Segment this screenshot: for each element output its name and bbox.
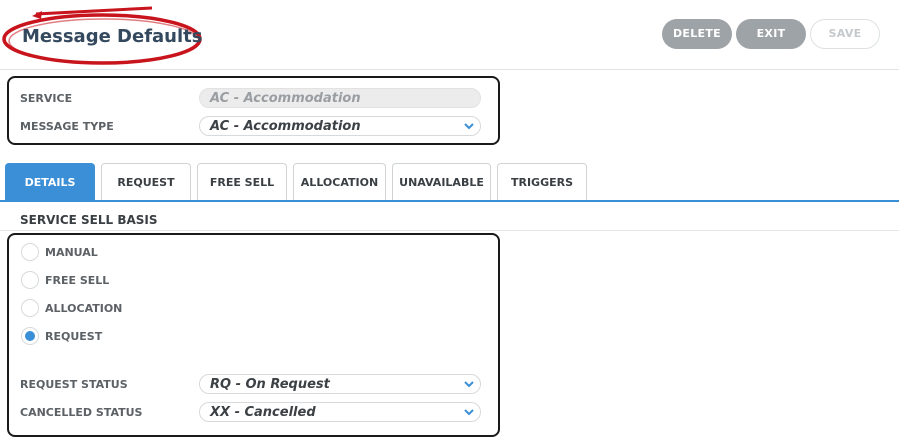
page-title: Message Defaults	[22, 26, 203, 47]
radio-manual[interactable]	[21, 243, 39, 261]
radio-allocation-label: ALLOCATION	[45, 302, 123, 315]
radio-allocation[interactable]	[21, 299, 39, 317]
radio-request[interactable]	[21, 327, 39, 345]
radio-manual-label: MANUAL	[45, 246, 98, 259]
tab-unavailable[interactable]: UNAVAILABLE	[392, 163, 491, 200]
chevron-down-icon	[464, 409, 474, 416]
save-button[interactable]: SAVE	[810, 19, 880, 49]
exit-button[interactable]: EXIT	[736, 19, 806, 49]
message-type-value: AC - Accommodation	[210, 119, 361, 134]
tab-free-sell[interactable]: FREE SELL	[197, 163, 287, 200]
section-title: SERVICE SELL BASIS	[20, 213, 158, 227]
message-type-label: MESSAGE TYPE	[20, 120, 114, 133]
tab-details[interactable]: DETAILS	[5, 163, 95, 201]
title-annotation: Message Defaults	[2, 4, 207, 68]
delete-button[interactable]: DELETE	[662, 19, 732, 49]
request-status-select[interactable]: RQ - On Request	[199, 374, 481, 394]
header-bar: Message Defaults DELETE EXIT SAVE	[0, 0, 899, 70]
radio-free-sell[interactable]	[21, 271, 39, 289]
chevron-down-icon	[464, 123, 474, 130]
cancelled-status-select[interactable]: XX - Cancelled	[199, 402, 481, 422]
request-status-value: RQ - On Request	[210, 377, 330, 392]
message-type-select[interactable]: AC - Accommodation	[199, 116, 481, 136]
tab-request[interactable]: REQUEST	[101, 163, 191, 200]
cancelled-status-value: XX - Cancelled	[210, 405, 316, 420]
service-field: AC - Accommodation	[199, 88, 481, 108]
radio-free-sell-label: FREE SELL	[45, 274, 110, 287]
section-divider	[0, 230, 899, 231]
request-status-label: REQUEST STATUS	[20, 378, 128, 391]
service-label: SERVICE	[20, 92, 73, 105]
cancelled-status-label: CANCELLED STATUS	[20, 406, 143, 419]
tab-allocation[interactable]: ALLOCATION	[293, 163, 386, 200]
tab-triggers[interactable]: TRIGGERS	[497, 163, 587, 200]
chevron-down-icon	[464, 381, 474, 388]
radio-request-label: REQUEST	[45, 330, 103, 343]
